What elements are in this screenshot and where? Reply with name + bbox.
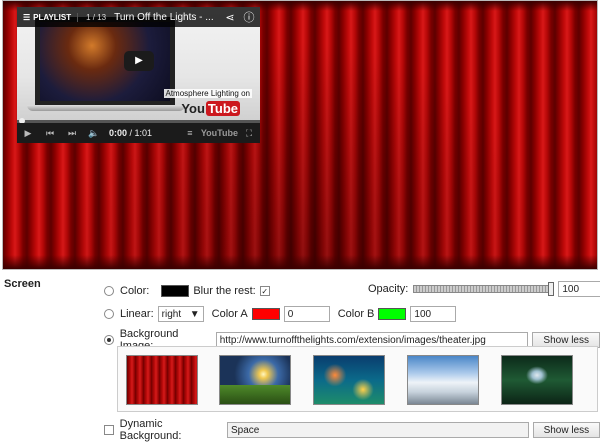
opacity-input[interactable]: 100 — [558, 281, 600, 297]
thumbnail-snowy-mountains[interactable] — [407, 355, 479, 405]
playlist-count: 1 / 13 — [77, 12, 114, 22]
linear-radio[interactable] — [104, 309, 114, 319]
thumbnail-landscape-sunset[interactable] — [219, 355, 291, 405]
thumbnail-waterfall[interactable] — [501, 355, 573, 405]
section-title-screen: Screen — [4, 278, 41, 290]
stage-floor — [3, 255, 597, 269]
player-controls: ▶ ⏮ ⏭ 🔈 0:00 / 1:01 ≡ YouTube ⛶ — [17, 123, 260, 143]
share-icon[interactable]: ⋖ — [222, 11, 238, 24]
color-swatch[interactable] — [161, 285, 190, 297]
playlist-label: PLAYLIST — [33, 12, 72, 22]
playlist-icon: ☰ — [23, 12, 31, 22]
color-label: Color: — [120, 285, 150, 297]
thumbnail-coral-reef[interactable] — [313, 355, 385, 405]
next-icon[interactable]: ⏭ — [61, 128, 83, 139]
color-a-input[interactable]: 0 — [283, 306, 330, 322]
dynamic-background-label: Dynamic Background: — [119, 418, 182, 442]
youtube-player[interactable]: ▶ Atmosphere Lighting on You Tube ☰ PLAYL… — [17, 7, 260, 143]
color-b-swatch[interactable] — [378, 308, 407, 320]
video-title[interactable]: Turn Off the Lights - ... — [114, 12, 222, 23]
play-icon[interactable]: ▶ — [17, 128, 39, 139]
color-b-input[interactable]: 100 — [410, 306, 457, 322]
info-icon[interactable]: ⓘ — [241, 9, 257, 25]
fullscreen-icon[interactable]: ⛶ — [238, 128, 260, 139]
opacity-label: Opacity: — [368, 283, 409, 295]
blur-checkbox[interactable]: ✓ — [259, 286, 270, 296]
color-row: Color: Blur the rest: ✓ — [104, 285, 270, 297]
laptop-base — [27, 105, 185, 111]
time-display: 0:00 / 1:01 — [109, 128, 153, 138]
color-radio[interactable] — [104, 286, 114, 296]
laptop-image — [35, 17, 175, 105]
opacity-slider[interactable] — [413, 282, 555, 296]
youtube-small-logo[interactable]: YouTube — [201, 128, 238, 138]
background-image-radio[interactable] — [104, 335, 114, 345]
color-b-label: Color B — [337, 308, 375, 320]
player-topbar: ☰ PLAYLIST 1 / 13 Turn Off the Lights - … — [17, 7, 260, 27]
playlist-menu-icon[interactable]: ≡ — [179, 128, 201, 138]
opacity-control: Opacity: 100 — [368, 281, 600, 297]
theater-preview: ▶ Atmosphere Lighting on You Tube ☰ PLAYL… — [2, 0, 598, 270]
color-a-label: Color A — [211, 308, 248, 320]
playlist-button[interactable]: ☰ PLAYLIST — [17, 13, 77, 22]
volume-icon[interactable]: 🔈 — [83, 128, 105, 139]
blur-label: Blur the rest: — [193, 285, 256, 297]
thumbnail-curtain[interactable] — [126, 355, 198, 405]
dynamic-show-less-button[interactable]: Show less — [532, 422, 600, 438]
color-a-swatch[interactable] — [251, 308, 280, 320]
previous-icon[interactable]: ⏮ — [39, 128, 61, 139]
play-overlay-button[interactable]: ▶ — [124, 51, 154, 71]
chevron-down-icon: ▼ — [189, 308, 200, 320]
youtube-logo: You Tube — [181, 101, 240, 116]
dynamic-background-row: Dynamic Background: Space Show less — [104, 418, 600, 442]
background-thumbnails — [117, 346, 598, 412]
direction-select[interactable]: right ▼ — [157, 306, 204, 322]
direction-value: right — [161, 308, 182, 320]
linear-row: Linear: right ▼ Color A 0 Color B 100 — [104, 306, 457, 322]
linear-label: Linear: — [120, 308, 154, 320]
opacity-slider-thumb[interactable] — [548, 282, 555, 296]
video-caption: Atmosphere Lighting on — [163, 89, 252, 98]
dynamic-background-select[interactable]: Space — [226, 422, 529, 438]
